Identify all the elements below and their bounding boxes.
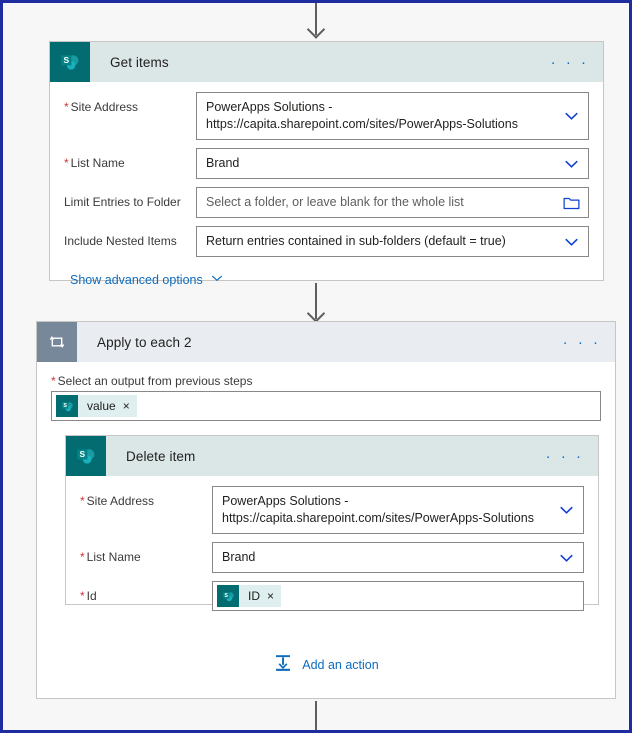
label-limit-entries-to-folder: Limit Entries to Folder	[64, 195, 181, 209]
flow-designer-canvas: S Get items · · · * Site Address PowerApp…	[0, 0, 632, 733]
required-asterisk: *	[80, 550, 85, 564]
apply-to-each-header[interactable]: Apply to each 2 · · ·	[37, 322, 615, 362]
delete-item-header[interactable]: S Delete item · · ·	[66, 436, 598, 476]
apply-to-each-body: * Select an output from previous steps S …	[37, 362, 615, 690]
chevron-down-icon[interactable]	[558, 502, 575, 519]
input-select-an-output[interactable]: S value ×	[51, 391, 601, 421]
action-card-delete-item[interactable]: S Delete item · · · * Site Address PowerA…	[65, 435, 599, 611]
chevron-down-icon[interactable]	[558, 549, 575, 566]
input-include-nested-items[interactable]: Return entries contained in sub-folders …	[196, 226, 589, 257]
label-site-address: * Site Address	[64, 100, 139, 114]
field-row-delete-site-address: * Site Address PowerApps Solutions - http…	[80, 486, 584, 534]
svg-text:S: S	[63, 403, 67, 409]
get-items-body: * Site Address PowerApps Solutions - http…	[50, 82, 603, 302]
required-asterisk: *	[80, 589, 85, 603]
connector-bottom	[315, 701, 317, 730]
chevron-down-icon	[210, 271, 224, 288]
field-row-list-name: * List Name Brand	[64, 148, 589, 179]
loop-icon	[37, 322, 77, 362]
delete-item-body: * Site Address PowerApps Solutions - http…	[66, 476, 598, 631]
add-an-action-label: Add an action	[302, 657, 379, 672]
field-row-delete-id: * Id S ID ×	[80, 581, 584, 611]
add-an-action-button[interactable]: Add an action	[51, 653, 601, 676]
insert-action-icon	[273, 653, 293, 676]
include-nested-items-value: Return entries contained in sub-folders …	[206, 234, 506, 248]
show-advanced-options-label: Show advanced options	[70, 272, 203, 287]
delete-site-address-value: PowerApps Solutions - https://capita.sha…	[222, 494, 534, 525]
list-name-value: Brand	[206, 156, 240, 170]
required-asterisk: *	[64, 156, 69, 170]
dynamic-content-token-value[interactable]: S value ×	[56, 395, 137, 417]
chevron-down-icon[interactable]	[563, 155, 580, 172]
svg-text:S: S	[80, 449, 86, 459]
field-row-site-address: * Site Address PowerApps Solutions - http…	[64, 92, 589, 140]
chevron-down-icon[interactable]	[563, 233, 580, 250]
connector-top	[315, 3, 317, 35]
label-delete-site-address: * Site Address	[80, 494, 155, 508]
limit-entries-placeholder: Select a folder, or leave blank for the …	[206, 195, 464, 209]
input-site-address[interactable]: PowerApps Solutions - https://capita.sha…	[196, 92, 589, 140]
required-asterisk: *	[64, 100, 69, 114]
field-row-limit-entries-to-folder: Limit Entries to Folder Select a folder,…	[64, 187, 589, 218]
delete-item-menu-button[interactable]: · · ·	[532, 449, 598, 464]
dynamic-content-token-id[interactable]: S ID ×	[217, 585, 282, 607]
get-items-menu-button[interactable]: · · ·	[537, 55, 603, 70]
input-delete-id[interactable]: S ID ×	[212, 581, 584, 611]
sharepoint-icon: S	[56, 395, 78, 417]
input-list-name[interactable]: Brand	[196, 148, 589, 179]
close-icon[interactable]: ×	[267, 590, 274, 602]
field-row-delete-list-name: * List Name Brand	[80, 542, 584, 573]
label-delete-list-name: * List Name	[80, 550, 141, 564]
close-icon[interactable]: ×	[123, 400, 130, 412]
site-address-value: PowerApps Solutions - https://capita.sha…	[206, 100, 518, 131]
label-delete-id: * Id	[80, 589, 97, 603]
delete-item-title: Delete item	[126, 448, 196, 464]
field-row-include-nested-items: Include Nested Items Return entries cont…	[64, 226, 589, 257]
svg-text:S: S	[64, 55, 70, 65]
connector-middle	[315, 283, 317, 319]
get-items-header[interactable]: S Get items · · ·	[50, 42, 603, 82]
apply-to-each-menu-button[interactable]: · · ·	[549, 335, 615, 350]
chevron-down-icon[interactable]	[563, 108, 580, 125]
token-label: ID	[248, 588, 260, 603]
apply-to-each-title: Apply to each 2	[97, 334, 192, 350]
sharepoint-icon: S	[50, 42, 90, 82]
label-list-name: * List Name	[64, 156, 125, 170]
required-asterisk: *	[80, 494, 85, 508]
input-limit-entries-to-folder[interactable]: Select a folder, or leave blank for the …	[196, 187, 589, 218]
input-delete-list-name[interactable]: Brand	[212, 542, 584, 573]
svg-text:S: S	[224, 593, 228, 599]
label-include-nested-items: Include Nested Items	[64, 234, 177, 248]
token-label: value	[87, 399, 116, 413]
scope-card-apply-to-each[interactable]: Apply to each 2 · · · * Select an output …	[36, 321, 616, 699]
sharepoint-icon: S	[66, 436, 106, 476]
input-delete-site-address[interactable]: PowerApps Solutions - https://capita.sha…	[212, 486, 584, 534]
delete-list-name-value: Brand	[222, 550, 256, 564]
show-advanced-options-link[interactable]: Show advanced options	[70, 271, 224, 288]
sharepoint-icon: S	[217, 585, 239, 607]
action-card-get-items[interactable]: S Get items · · · * Site Address PowerApp…	[49, 41, 604, 287]
folder-icon[interactable]	[563, 195, 580, 211]
get-items-title: Get items	[110, 54, 169, 70]
label-select-an-output: * Select an output from previous steps	[51, 374, 253, 388]
required-asterisk: *	[51, 374, 56, 388]
